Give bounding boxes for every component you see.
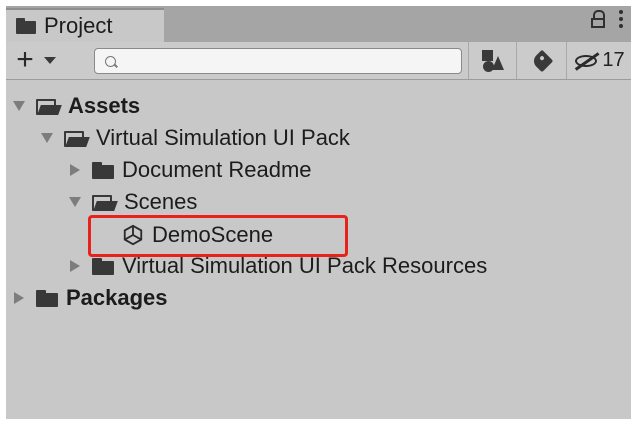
more-options-icon[interactable] <box>619 10 623 28</box>
tab-project[interactable]: Project <box>6 8 164 42</box>
shapes-icon <box>482 49 504 72</box>
tree-item-assets[interactable]: Assets <box>12 90 140 122</box>
expand-arrow-icon[interactable] <box>12 99 26 113</box>
tag-icon <box>530 49 554 72</box>
tab-label: Project <box>44 13 113 38</box>
search-field[interactable] <box>94 48 462 74</box>
folder-icon <box>16 18 36 34</box>
lock-icon[interactable] <box>591 10 605 28</box>
folder-icon <box>92 161 114 179</box>
expand-arrow-icon[interactable] <box>40 131 54 145</box>
hidden-packages-toggle[interactable]: 17 <box>566 42 632 79</box>
create-asset-button[interactable]: + <box>12 43 68 76</box>
tab-bar: Project <box>6 6 631 42</box>
expand-arrow-icon[interactable] <box>68 195 82 209</box>
plus-icon: + <box>16 43 34 76</box>
chevron-down-icon <box>44 56 56 64</box>
tree-item-virtual-simulation-ui-pack[interactable]: Virtual Simulation UI Pack <box>40 122 350 154</box>
highlight-annotation <box>88 215 348 257</box>
folder-open-icon <box>36 97 62 115</box>
tree-item-document-readme[interactable]: Document Readme <box>68 154 312 186</box>
tree-item-label: Assets <box>68 93 141 118</box>
collapse-arrow-icon[interactable] <box>12 291 26 305</box>
filter-by-label-button[interactable] <box>516 42 567 79</box>
project-window: Project + 17 Assets Virtual Simulation U… <box>6 6 631 419</box>
tree-item-label: Virtual Simulation UI Pack <box>96 125 350 150</box>
eye-slash-icon <box>574 51 600 71</box>
tab-controls <box>591 10 623 28</box>
folder-icon <box>36 289 58 307</box>
folder-icon <box>92 257 114 275</box>
tree-item-label: Scenes <box>124 189 198 214</box>
filter-by-type-button[interactable] <box>468 42 517 79</box>
tree-item-label: Document Readme <box>122 157 312 182</box>
collapse-arrow-icon[interactable] <box>68 259 82 273</box>
toolbar: + 17 <box>6 42 631 80</box>
folder-open-icon <box>64 129 90 147</box>
tree-item-label: Packages <box>66 285 168 310</box>
hidden-count: 17 <box>602 49 625 71</box>
search-input[interactable] <box>122 51 461 71</box>
collapse-arrow-icon[interactable] <box>68 163 82 177</box>
tree-item-scenes[interactable]: Scenes <box>68 186 197 218</box>
search-icon <box>105 55 116 67</box>
folder-open-icon <box>92 193 118 211</box>
tree-item-packages[interactable]: Packages <box>12 282 168 314</box>
